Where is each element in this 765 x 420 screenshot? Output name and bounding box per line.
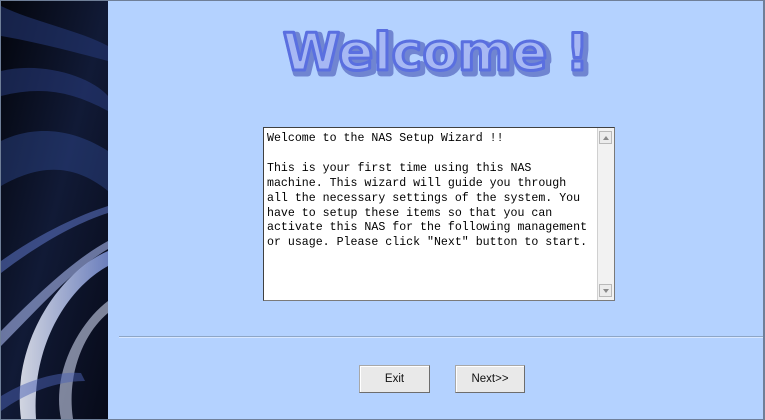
triangle-up-icon [602, 135, 609, 140]
next-button[interactable]: Next>> [455, 365, 525, 393]
scroll-down-button[interactable] [599, 284, 612, 297]
footer-divider [119, 336, 763, 338]
triangle-down-icon [602, 288, 609, 293]
welcome-title-text: Welcome ! [282, 23, 588, 83]
scroll-up-button[interactable] [599, 131, 612, 144]
welcome-message-text: Welcome to the NAS Setup Wizard !! This … [267, 132, 588, 250]
message-scrollbar[interactable] [597, 128, 614, 300]
welcome-title: Welcome ! Welcome ! [108, 13, 763, 93]
exit-button[interactable]: Exit [359, 365, 430, 393]
setup-wizard-window: Welcome ! Welcome ! Welcome to the NAS S… [0, 0, 765, 420]
welcome-message-box[interactable]: Welcome to the NAS Setup Wizard !! This … [263, 127, 615, 301]
side-decoration-image [1, 1, 108, 419]
